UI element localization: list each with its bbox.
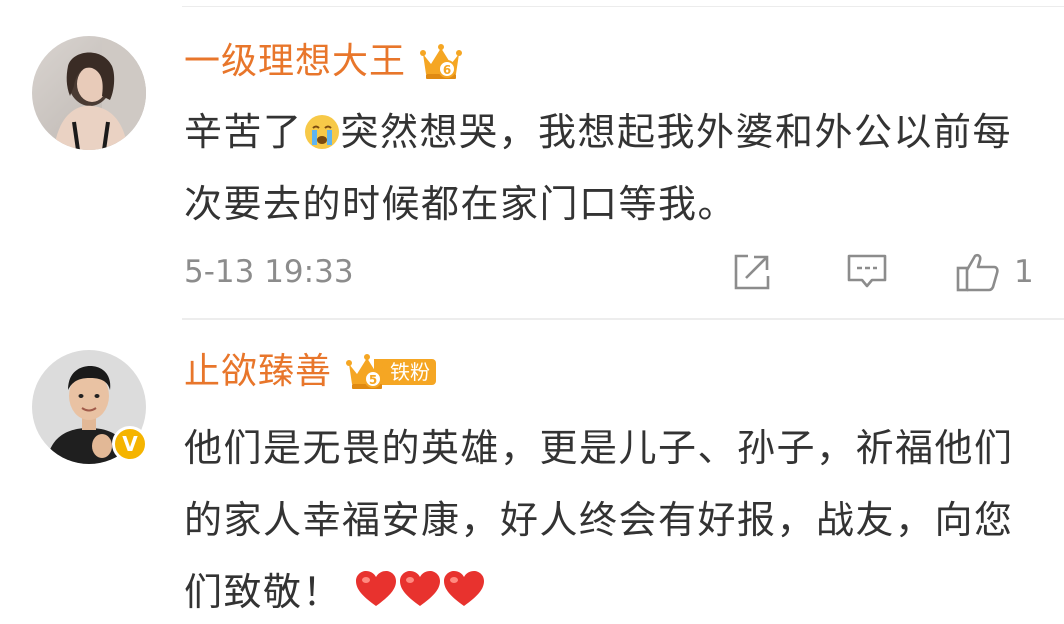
fan-badge: 5 铁粉 bbox=[346, 352, 437, 392]
comment-icon bbox=[847, 254, 887, 288]
crying-face-icon bbox=[304, 115, 339, 149]
crown-level: 6 bbox=[443, 63, 451, 77]
verified-badge: V bbox=[112, 426, 148, 462]
username[interactable]: 止欲臻善 bbox=[184, 348, 332, 396]
like-button[interactable]: 1 bbox=[956, 252, 1034, 292]
crown-level: 5 bbox=[369, 373, 377, 387]
comment-header: 止欲臻善 5 铁粉 bbox=[184, 348, 437, 396]
crown-icon: 6 bbox=[420, 44, 463, 79]
share-icon bbox=[734, 254, 770, 290]
avatar[interactable]: V bbox=[32, 350, 148, 464]
comment-text-part: 他们是无畏的英雄，更是儿子、孙子，祈福他们的家人幸福安康，好人终会有好报，战友，… bbox=[184, 426, 1014, 614]
like-count: 1 bbox=[1014, 254, 1034, 290]
share-button[interactable] bbox=[732, 252, 772, 292]
username[interactable]: 一级理想大王 bbox=[184, 38, 406, 86]
comment-item: V 止欲臻善 5 铁粉 他们是无畏的英雄，更是儿子、孙子，祈福他们的家人幸福安康… bbox=[0, 322, 1064, 624]
reply-button[interactable] bbox=[846, 252, 888, 292]
comment-text: 他们是无畏的英雄，更是儿子、孙子，祈福他们的家人幸福安康，好人终会有好报，战友，… bbox=[184, 412, 1044, 624]
comment-text: 辛苦了 突然想哭，我想起我外婆和外公以前每次要去的时候都在家门口等我。 bbox=[184, 96, 1044, 240]
heart-icon bbox=[356, 571, 397, 606]
heart-icon bbox=[444, 571, 485, 606]
hearts bbox=[354, 569, 486, 609]
comment-header: 一级理想大王 6 bbox=[184, 38, 463, 86]
comment-item: 一级理想大王 6 辛苦了 突然想哭，我想起我外婆和外公以前每次要去的时候都在家门… bbox=[0, 0, 1064, 320]
crown-icon: 5 bbox=[346, 354, 389, 389]
comment-text-part: 辛苦了 bbox=[184, 110, 303, 154]
divider bbox=[182, 318, 1064, 320]
timestamp: 5-13 19:33 bbox=[184, 254, 354, 290]
thumbs-up-icon bbox=[956, 253, 999, 292]
heart-icon bbox=[400, 571, 441, 606]
comment-meta: 5-13 19:33 1 bbox=[184, 248, 1044, 296]
avatar[interactable] bbox=[32, 36, 146, 150]
comment-feed: 一级理想大王 6 辛苦了 突然想哭，我想起我外婆和外公以前每次要去的时候都在家门… bbox=[0, 0, 1064, 624]
